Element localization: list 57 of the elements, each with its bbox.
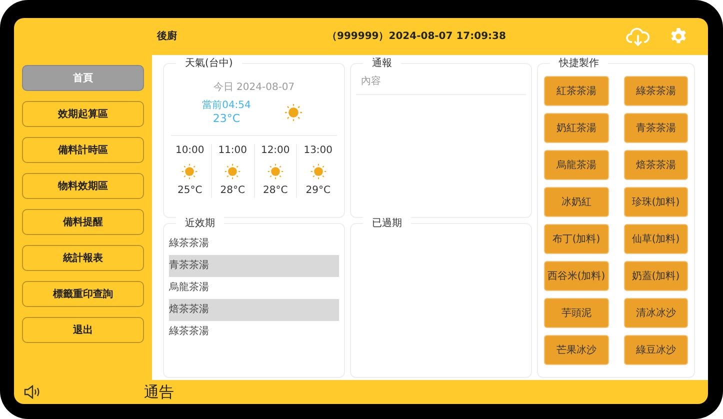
forecast-time: 10:00 [174, 144, 206, 158]
quick-make-button[interactable]: 奶蓋(加料) [624, 261, 688, 291]
quick-make-button[interactable]: 冰奶紅 [544, 187, 608, 217]
quick-make-button[interactable]: 焙茶茶湯 [624, 150, 688, 180]
column-header: 內容 [361, 76, 381, 87]
forecast-temperature: 28°C [262, 184, 289, 198]
quick-make-button[interactable]: 布丁(加料) [544, 224, 608, 254]
forecast-temperature: 25°C [176, 184, 204, 198]
weather-date: 2024-08-07 [236, 82, 295, 93]
sun-icon [181, 163, 198, 180]
sidebar-item[interactable]: 標籤重印查詢 [22, 281, 144, 307]
quick-make-button[interactable]: 珍珠(加料) [624, 187, 688, 217]
date-time: （999999）2024-08-07 17:09:38 [327, 30, 506, 44]
quick-make-button[interactable]: 西谷米(加料) [544, 261, 608, 291]
list-item: 烏龍茶湯 [169, 280, 210, 295]
panel-title: 通報 [363, 57, 401, 70]
current-temperature: 23°C [212, 112, 242, 125]
date-label: 今日 [213, 82, 234, 93]
sidebar-item[interactable]: 效期起算區 [22, 101, 144, 127]
sidebar-item[interactable]: 備料提醒 [22, 209, 144, 235]
list-item: 青茶茶湯 [169, 255, 339, 277]
quick-make-button[interactable]: 奶紅茶湯 [544, 113, 608, 143]
panel-title: 近效期 [176, 217, 224, 230]
quick-make-button[interactable]: 芒果冰沙 [544, 335, 608, 365]
forecast-time: 11:00 [217, 144, 248, 158]
sun-icon [266, 163, 284, 180]
panel-title: 快捷製作 [550, 57, 608, 70]
quick-make-button[interactable]: 綠茶茶湯 [624, 76, 688, 106]
sun-icon [224, 163, 242, 180]
cloud-download-icon[interactable] [626, 26, 650, 46]
forecast-temperature: 28°C [219, 184, 246, 198]
sidebar-item[interactable]: 統計報表 [22, 245, 144, 271]
forecast-time: 12:00 [260, 144, 291, 158]
speaker-icon[interactable] [24, 385, 42, 399]
quick-make-button[interactable]: 仙草(加料) [624, 224, 688, 254]
list-item: 綠茶茶湯 [169, 236, 210, 251]
quick-make-button[interactable]: 清冰冰沙 [624, 298, 688, 328]
announcement-label: 通告 [144, 382, 174, 403]
list-item: 焙茶茶湯 [169, 299, 339, 321]
sidebar-item[interactable]: 備料計時區 [22, 137, 144, 163]
panel-title: 已過期 [363, 217, 411, 230]
sun-icon [284, 102, 303, 122]
forecast-time: 13:00 [302, 144, 334, 158]
quick-make-button[interactable]: 烏龍茶湯 [544, 150, 608, 180]
panel-title: 天氣(台中) [176, 57, 242, 70]
current-time: 當前04:54 [201, 99, 252, 112]
sun-icon [310, 163, 327, 180]
quick-make-button[interactable]: 芋頭泥 [544, 298, 608, 328]
page-title: 後廚 [157, 30, 177, 44]
sidebar-item[interactable]: 物料效期區 [22, 173, 144, 199]
settings-icon[interactable] [669, 27, 688, 46]
sidebar-item[interactable]: 退出 [22, 317, 144, 343]
list-item: 綠茶茶湯 [169, 324, 210, 339]
quick-make-button[interactable]: 紅茶茶湯 [544, 76, 608, 106]
forecast-temperature: 29°C [304, 184, 332, 198]
quick-make-button[interactable]: 綠豆冰沙 [624, 335, 688, 365]
quick-make-button[interactable]: 青茶茶湯 [624, 113, 688, 143]
